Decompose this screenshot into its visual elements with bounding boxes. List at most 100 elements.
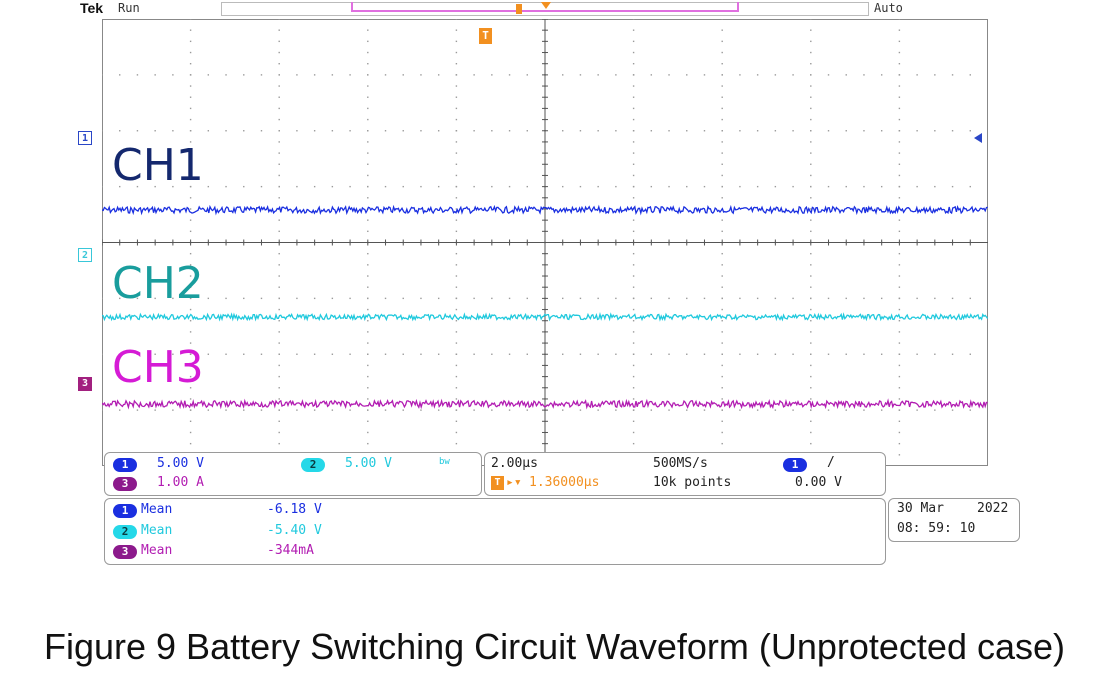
grid-dot — [827, 130, 830, 132]
grid-dot — [951, 74, 954, 76]
grid-dot — [703, 297, 706, 300]
grid-dot — [916, 185, 918, 188]
grid-dot — [455, 342, 458, 344]
grid-dot — [367, 152, 369, 154]
grid-dot — [402, 409, 404, 411]
record-length[interactable]: 10k points — [653, 475, 731, 490]
grid-dot — [721, 96, 723, 98]
grid-dot — [597, 409, 599, 411]
grid-dot — [367, 29, 369, 31]
grid-dot — [810, 163, 812, 165]
grid-dot — [437, 297, 440, 300]
grid-dot — [296, 130, 298, 132]
grid-dot — [278, 163, 280, 165]
grid-dot — [898, 29, 901, 31]
ch1-ground-marker[interactable]: 1 — [78, 131, 92, 145]
grid-dot — [880, 130, 883, 132]
meas3-badge: 3 — [113, 545, 137, 559]
grid-dot — [739, 409, 741, 411]
meas1-label[interactable]: Mean — [141, 502, 172, 517]
trigger-position-value[interactable]: 1.36000µs — [529, 475, 599, 490]
grid-dot — [632, 252, 635, 255]
grid-dot — [880, 297, 883, 300]
grid-dot — [420, 297, 422, 300]
ch3-ground-marker[interactable]: 3 — [78, 377, 92, 391]
grid-dot — [455, 51, 458, 54]
grid-dot — [863, 353, 865, 355]
grid-dot — [367, 409, 369, 411]
grid-dot — [792, 409, 794, 411]
trigger-level[interactable]: 0.00 V — [795, 475, 842, 490]
grid-dot — [102, 297, 103, 300]
grid-dot — [189, 107, 192, 110]
grid-dot — [969, 130, 971, 132]
grid-dot — [827, 185, 830, 188]
ch2-ground-marker[interactable]: 2 — [78, 248, 92, 262]
grid-dot — [810, 230, 812, 233]
grid-dot — [756, 74, 759, 76]
trigger-level-arrow-icon[interactable] — [974, 133, 982, 143]
grid-dot — [827, 409, 830, 411]
grid-dot — [313, 185, 316, 188]
record-trigger-marker — [516, 4, 522, 14]
grid-dot — [437, 130, 440, 132]
grid-dot — [278, 197, 280, 199]
ch1-badge[interactable]: 1 — [113, 458, 137, 472]
grid-dot — [756, 297, 759, 300]
ch3-scale[interactable]: 1.00 A — [157, 475, 204, 490]
meas3-label[interactable]: Mean — [141, 543, 172, 558]
ch1-scale[interactable]: 5.00 V — [157, 456, 204, 471]
grid-dot — [810, 252, 812, 255]
grid-dot — [367, 63, 369, 65]
trigger-source-badge[interactable]: 1 — [783, 458, 807, 472]
grid-dot — [119, 130, 121, 132]
grid-dot — [455, 252, 458, 255]
grid-dot — [367, 387, 369, 389]
grid-dot — [455, 297, 458, 300]
trigger-slope-icon[interactable]: / — [827, 455, 835, 470]
grid-dot — [367, 308, 369, 311]
grid-dot — [455, 96, 458, 98]
grid-dot — [349, 130, 351, 132]
grid-dot — [969, 353, 971, 355]
grid-dot — [384, 130, 387, 132]
grid-dot — [898, 152, 901, 154]
grid-dot — [632, 219, 635, 221]
grid-dot — [225, 130, 227, 132]
ch2-scale[interactable]: 5.00 V — [345, 456, 392, 471]
grid-dot — [810, 387, 812, 389]
grid-dot — [225, 353, 227, 355]
grid-dot — [898, 331, 901, 333]
grid-dot — [278, 219, 280, 221]
grid-dot — [898, 320, 901, 322]
time-per-division[interactable]: 2.00µs — [491, 456, 538, 471]
grid-dot — [774, 297, 777, 300]
grid-dot — [721, 387, 723, 389]
meas2-label[interactable]: Mean — [141, 523, 172, 538]
grid-dot — [189, 208, 192, 210]
grid-dot — [260, 297, 263, 300]
grid-dot — [810, 219, 812, 221]
grid-dot — [367, 107, 369, 110]
grid-dot — [863, 185, 865, 188]
grid-dot — [810, 174, 812, 177]
grid-dot — [632, 286, 635, 288]
grid-dot — [562, 130, 564, 132]
grid-dot — [243, 297, 245, 300]
grid-dot — [260, 185, 263, 188]
grid-dot — [367, 442, 369, 445]
grid-dot — [632, 107, 635, 110]
grid-dot — [774, 353, 777, 355]
grid-dot — [260, 130, 263, 132]
grid-dot — [597, 185, 599, 188]
grid-dot — [455, 264, 458, 266]
ch3-badge[interactable]: 3 — [113, 477, 137, 491]
grid-dot — [455, 141, 458, 143]
grid-dot — [703, 409, 706, 411]
grid-dot — [154, 409, 156, 411]
grid-dot — [739, 74, 741, 76]
ch2-badge[interactable]: 2 — [301, 458, 325, 472]
grid-dot — [296, 353, 298, 355]
grid-dot — [278, 40, 280, 43]
grid-dot — [898, 219, 901, 221]
